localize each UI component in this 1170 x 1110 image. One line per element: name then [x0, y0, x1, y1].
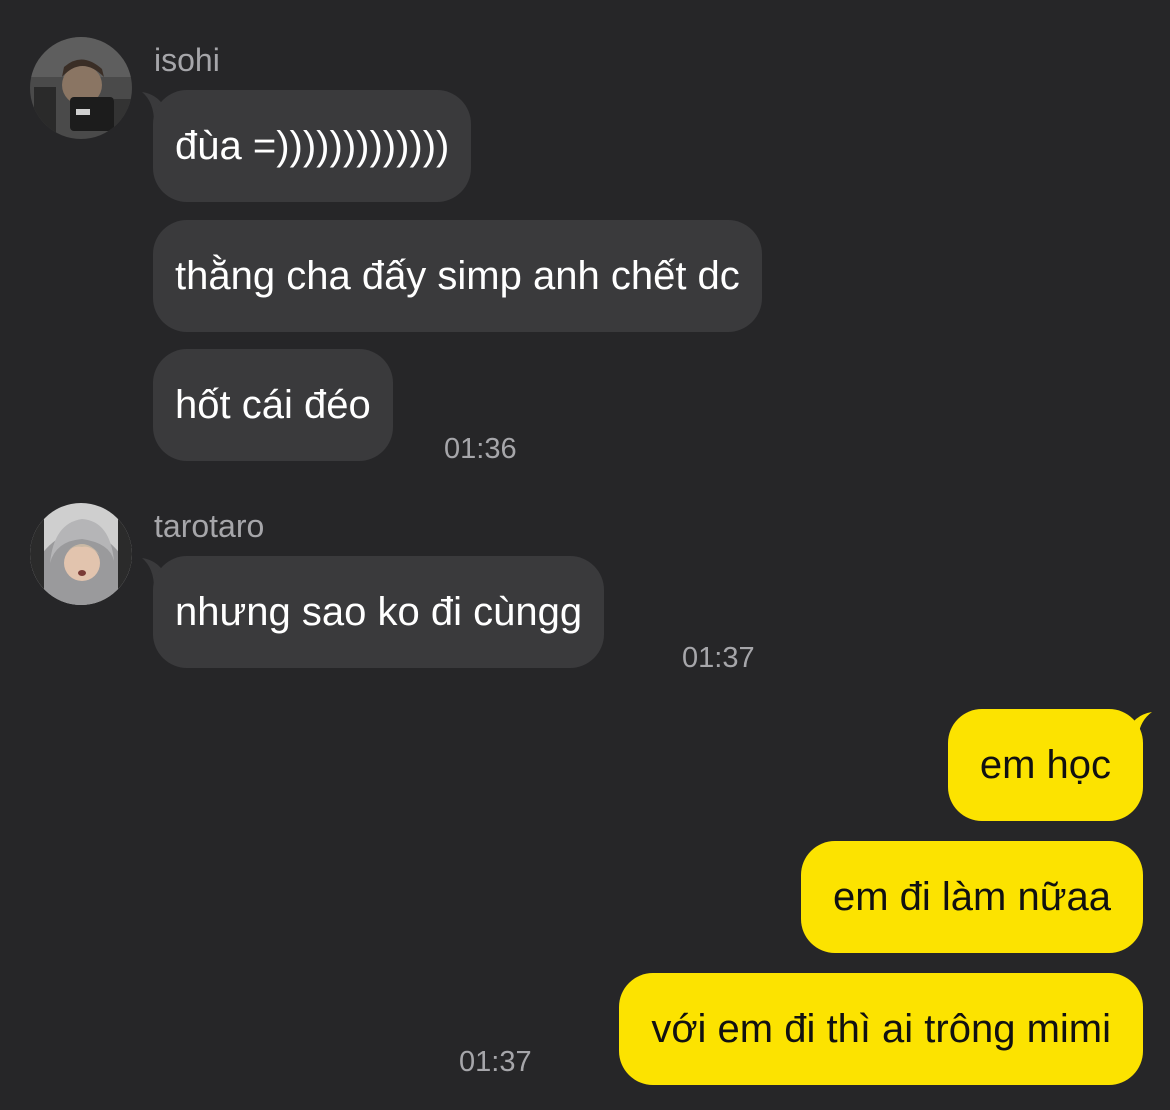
message-bubble[interactable]: đùa =)))))))))))))	[153, 90, 472, 202]
message-timestamp: 01:36	[444, 433, 517, 465]
message-bubble[interactable]: thằng cha đấy simp anh chết dc	[153, 220, 762, 332]
message-timestamp: 01:37	[459, 1046, 532, 1078]
message-timestamp: 01:37	[682, 642, 755, 674]
message-bubble[interactable]: với em đi thì ai trông mimi	[619, 973, 1143, 1085]
message-bubble[interactable]: em học	[947, 709, 1143, 821]
sender-name: tarotaro	[154, 508, 265, 544]
message-bubble[interactable]: em đi làm nữaa	[800, 841, 1143, 953]
avatar-tarotaro[interactable]	[30, 503, 132, 605]
message-bubble[interactable]: nhưng sao ko đi cùngg	[153, 556, 605, 668]
chat-screen: isohi đùa =))))))))))))) thằng cha đấy s…	[0, 0, 1170, 1110]
sender-name: isohi	[154, 42, 220, 78]
message-bubble[interactable]: hốt cái đéo	[153, 349, 393, 461]
avatar-isohi[interactable]	[30, 37, 132, 139]
